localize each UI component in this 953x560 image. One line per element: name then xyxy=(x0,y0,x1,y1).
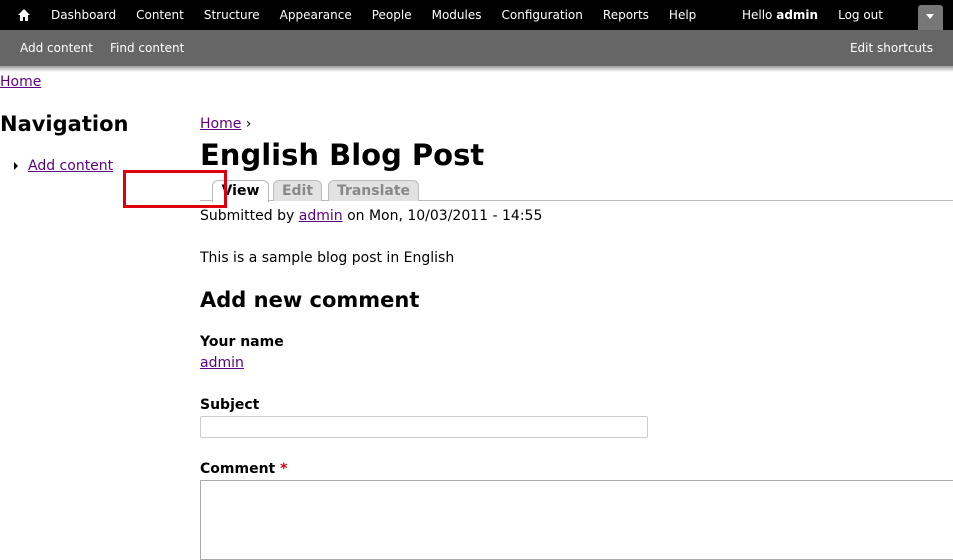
sidebar-item-label[interactable]: Add content xyxy=(28,158,113,174)
user-menu: Hello admin Log out xyxy=(732,0,893,30)
your-name-link[interactable]: admin xyxy=(200,355,244,371)
sidebar-title: Navigation xyxy=(0,112,129,136)
edit-shortcuts-link[interactable]: Edit shortcuts xyxy=(850,30,933,66)
sidebar-navigation: Navigation Add content xyxy=(0,112,180,174)
subject-input[interactable] xyxy=(200,416,648,438)
node-body: This is a sample blog post in English xyxy=(200,250,455,266)
toolbar-item-help[interactable]: Help xyxy=(659,0,706,30)
your-name-label: Your name xyxy=(200,334,284,350)
toolbar-item-dashboard[interactable]: Dashboard xyxy=(41,0,126,30)
node-tabs: View Edit Translate xyxy=(200,180,953,202)
toolbar-item-people[interactable]: People xyxy=(362,0,422,30)
toolbar-item-modules[interactable]: Modules xyxy=(422,0,492,30)
comment-label: Comment * xyxy=(200,461,287,477)
comment-label-text: Comment xyxy=(200,461,276,477)
shortcuts-drawer-toggle[interactable] xyxy=(918,5,943,30)
author-link[interactable]: admin xyxy=(299,208,343,224)
breadcrumb-home-link[interactable]: Home xyxy=(200,116,241,132)
admin-toolbar: Dashboard Content Structure Appearance P… xyxy=(0,0,953,30)
tab-translate[interactable]: Translate xyxy=(328,180,419,201)
site-home-link[interactable]: Home xyxy=(0,74,41,90)
submitted-info: Submitted by admin on Mon, 10/03/2011 - … xyxy=(200,208,542,224)
page-title: English Blog Post xyxy=(200,138,485,172)
main-content: Home › English Blog Post View Edit Trans… xyxy=(200,116,953,560)
toolbar-shadow xyxy=(0,66,953,72)
shortcut-find-content[interactable]: Find content xyxy=(100,30,191,66)
comment-form-heading: Add new comment xyxy=(200,288,420,312)
breadcrumb-separator: › xyxy=(245,116,252,132)
toolbar-item-appearance[interactable]: Appearance xyxy=(270,0,362,30)
tab-edit[interactable]: Edit xyxy=(273,180,322,201)
toolbar-item-reports[interactable]: Reports xyxy=(593,0,659,30)
shortcut-add-content[interactable]: Add content xyxy=(10,30,100,66)
logout-link[interactable]: Log out xyxy=(828,0,893,30)
hello-label: Hello xyxy=(741,8,773,22)
toolbar-item-content[interactable]: Content xyxy=(126,0,194,30)
username: admin xyxy=(776,8,819,22)
sidebar-item-add-content: Add content xyxy=(14,158,113,174)
home-icon[interactable] xyxy=(17,8,31,22)
toolbar-item-configuration[interactable]: Configuration xyxy=(492,0,593,30)
toolbar-menu: Dashboard Content Structure Appearance P… xyxy=(41,0,706,30)
user-greeting[interactable]: Hello admin xyxy=(732,0,828,30)
subject-label: Subject xyxy=(200,397,260,413)
translate-tab-highlight xyxy=(123,170,227,208)
toolbar-item-structure[interactable]: Structure xyxy=(194,0,270,30)
submitted-prefix: Submitted by xyxy=(200,208,295,224)
chevron-down-icon xyxy=(926,14,934,19)
submitted-date: on Mon, 10/03/2011 - 14:55 xyxy=(347,208,543,224)
required-marker: * xyxy=(280,461,288,477)
breadcrumb: Home › xyxy=(200,116,953,132)
comment-textarea[interactable] xyxy=(200,480,953,560)
bullet-icon xyxy=(14,162,18,170)
shortcuts-bar: Add content Find content Edit shortcuts xyxy=(0,30,953,66)
